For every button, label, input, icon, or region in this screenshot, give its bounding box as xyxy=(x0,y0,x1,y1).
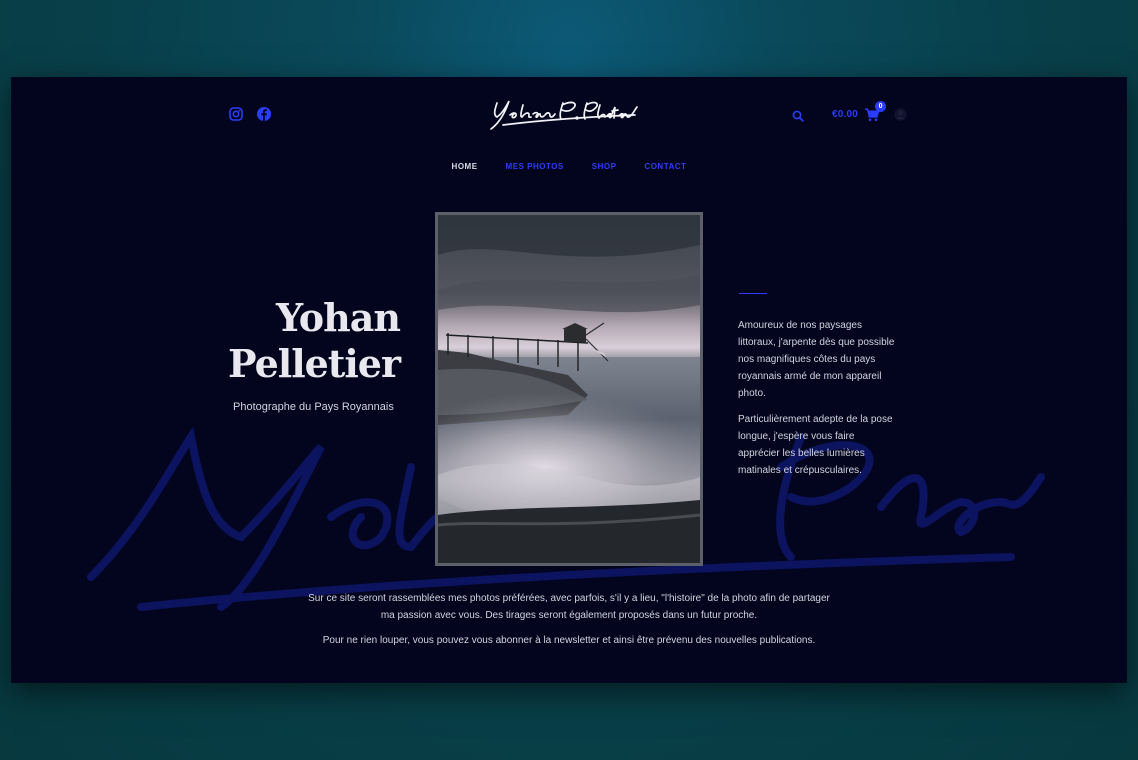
social-links xyxy=(229,107,271,121)
nav-item-contact[interactable]: CONTACT xyxy=(644,162,686,171)
cart-icon[interactable]: 0 xyxy=(864,101,887,122)
nav-item-home[interactable]: HOME xyxy=(452,162,478,171)
nav-item-mes-photos[interactable]: MES PHOTOS xyxy=(506,162,564,171)
intro-paragraph-2: Pour ne rien louper, vous pouvez vous ab… xyxy=(322,635,816,646)
facebook-icon[interactable] xyxy=(257,107,271,121)
intro-line-1: Sur ce site seront rassemblées mes photo… xyxy=(308,593,830,604)
hero-title-line2: Pelletier xyxy=(228,341,401,386)
intro-text: Sur ce site seront rassemblées mes photo… xyxy=(11,590,1127,657)
bio-paragraph-1: Amoureux de nos paysages littoraux, j'ar… xyxy=(738,320,895,399)
instagram-icon[interactable] xyxy=(229,107,243,121)
header-actions: €0.00 0 xyxy=(792,101,907,122)
cart-count-badge: 0 xyxy=(875,101,887,112)
bio-text: Amoureux de nos paysages littoraux, j'ar… xyxy=(738,317,898,488)
hero-title: Yohan Pelletier xyxy=(228,295,401,387)
intro-line-2: ma passion avec vous. Des tirages seront… xyxy=(380,610,758,621)
search-icon[interactable] xyxy=(792,109,804,122)
site-logo[interactable] xyxy=(485,95,641,135)
page-frame: €0.00 0 HOME MES PHOTOS SHOP CONTACT Yoh… xyxy=(11,77,1127,683)
hero-subtitle: Photographe du Pays Royannais xyxy=(233,401,394,413)
cart-total[interactable]: €0.00 xyxy=(832,109,858,120)
nav-item-shop[interactable]: SHOP xyxy=(592,162,617,171)
bio-paragraph-2: Particulièrement adepte de la pose longu… xyxy=(738,414,893,476)
bio-divider xyxy=(739,293,767,294)
hero-title-line1: Yohan xyxy=(275,295,401,340)
user-icon[interactable] xyxy=(894,108,907,121)
main-nav: HOME MES PHOTOS SHOP CONTACT xyxy=(11,162,1127,171)
intro-paragraph-1: Sur ce site seront rassemblées mes photo… xyxy=(11,590,1127,624)
featured-photo xyxy=(435,212,703,566)
